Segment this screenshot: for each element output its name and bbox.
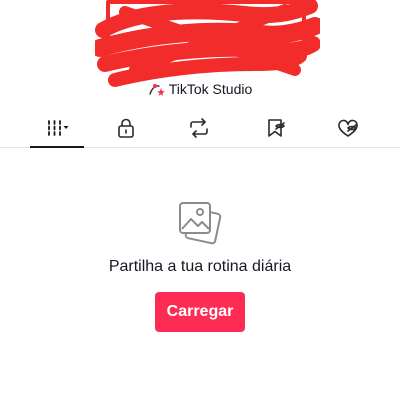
bookmark-hidden-icon (268, 119, 285, 137)
empty-state-title: Partilha a tua rotina diária (108, 258, 292, 275)
heart-hidden-icon (338, 119, 358, 137)
tiktok-studio-label: TikTok Studio (168, 81, 253, 97)
tiktok-studio-link[interactable]: TikTok Studio (0, 78, 400, 100)
lock-icon (118, 118, 134, 138)
grid-sort-icon (48, 120, 69, 136)
tab-reposts[interactable] (169, 114, 229, 147)
sparkle-person-icon (149, 84, 165, 96)
tab-videos[interactable] (28, 114, 88, 148)
photos-icon (179, 202, 222, 245)
repost-icon (190, 118, 208, 138)
tab-liked[interactable] (318, 114, 378, 147)
upload-button[interactable]: Carregar (155, 292, 245, 332)
tab-private[interactable] (96, 114, 156, 147)
profile-tabs (0, 114, 400, 148)
tab-favorites[interactable] (245, 114, 305, 147)
